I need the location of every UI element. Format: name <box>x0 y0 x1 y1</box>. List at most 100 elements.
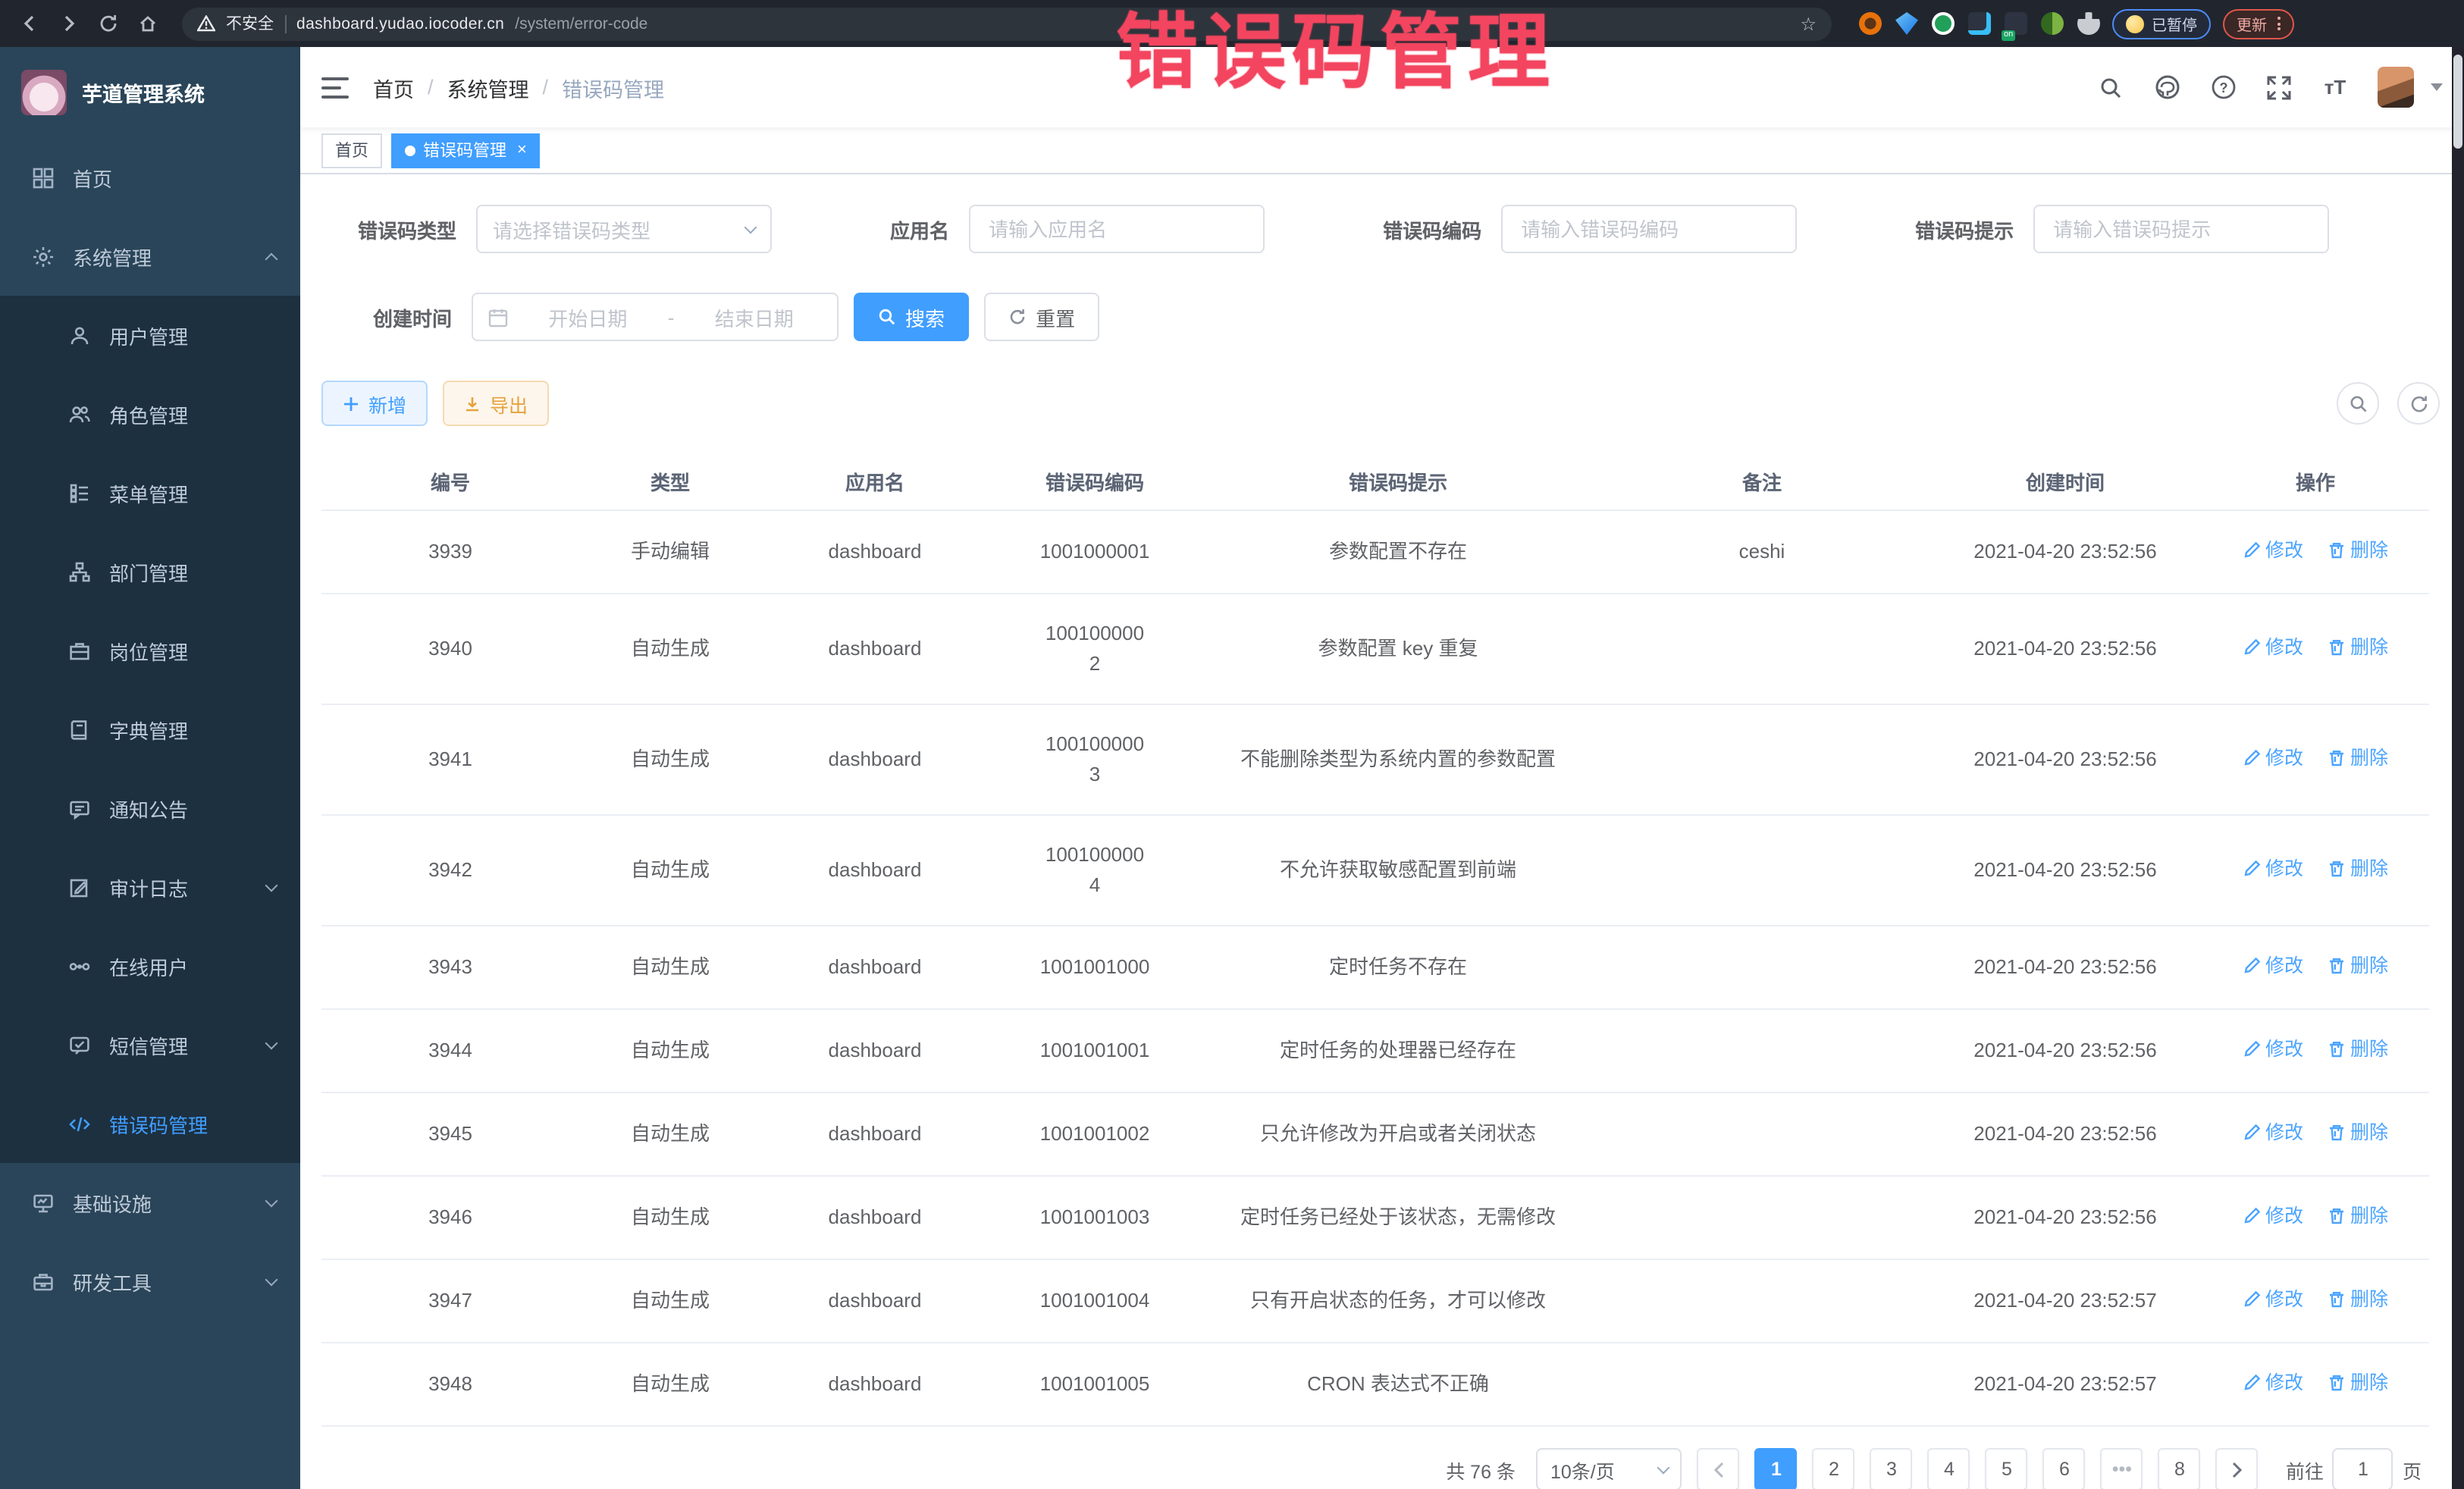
edit-row-button[interactable]: 修改 <box>2243 1368 2303 1398</box>
user-menu-caret-icon[interactable] <box>2431 83 2443 91</box>
sidebar-item-菜单管理[interactable]: 菜单管理 <box>0 453 300 532</box>
edit-row-button[interactable]: 修改 <box>2243 632 2303 663</box>
cell-time: 2021-04-20 23:52:56 <box>1929 594 2202 704</box>
search-button[interactable]: 搜索 <box>854 293 969 341</box>
delete-row-button[interactable]: 删除 <box>2328 1284 2388 1315</box>
sidebar-item-错误码管理[interactable]: 错误码管理 <box>0 1084 300 1163</box>
next-page-button[interactable] <box>2216 1448 2259 1489</box>
edit-row-button[interactable]: 修改 <box>2243 743 2303 773</box>
more-pages-button[interactable]: ••• <box>2101 1448 2143 1489</box>
app-logo-row[interactable]: 芋道管理系统 <box>0 47 300 138</box>
sms-icon <box>67 1033 91 1056</box>
header-search-icon[interactable] <box>2097 74 2124 101</box>
sidebar-item-系统管理[interactable]: 系统管理 <box>0 217 300 296</box>
delete-row-button[interactable]: 删除 <box>2328 1034 2388 1064</box>
sidebar-item-字典管理[interactable]: 字典管理 <box>0 690 300 769</box>
chevron-down-icon <box>265 1194 278 1207</box>
cell-app: dashboard <box>761 1092 989 1176</box>
column-header: 备注 <box>1595 453 1929 510</box>
delete-row-button[interactable]: 删除 <box>2328 632 2388 663</box>
edit-row-button[interactable]: 修改 <box>2243 854 2303 884</box>
fullscreen-icon[interactable] <box>2265 74 2293 101</box>
page-button-6[interactable]: 6 <box>2043 1448 2086 1489</box>
tag-close-icon[interactable]: × <box>517 141 527 159</box>
scrollbar-thumb[interactable] <box>2453 55 2462 149</box>
sidebar-item-岗位管理[interactable]: 岗位管理 <box>0 611 300 690</box>
edit-row-button[interactable]: 修改 <box>2243 1118 2303 1148</box>
edit-row-button[interactable]: 修改 <box>2243 1201 2303 1231</box>
delete-row-button[interactable]: 删除 <box>2328 743 2388 773</box>
sidebar-item-研发工具[interactable]: 研发工具 <box>0 1242 300 1321</box>
page-button-2[interactable]: 2 <box>1813 1448 1855 1489</box>
sidebar-item-角色管理[interactable]: 角色管理 <box>0 375 300 453</box>
sidebar-item-在线用户[interactable]: 在线用户 <box>0 926 300 1005</box>
sidebar-item-审计日志[interactable]: 审计日志 <box>0 848 300 926</box>
browser-menu-icon[interactable] <box>2277 17 2281 30</box>
edit-row-button[interactable]: 修改 <box>2243 1284 2303 1315</box>
browser-reload-icon[interactable] <box>94 10 121 37</box>
delete-row-button[interactable]: 删除 <box>2328 854 2388 884</box>
page-button-8[interactable]: 8 <box>2158 1448 2201 1489</box>
tag-error-code[interactable]: 错误码管理 × <box>391 133 541 168</box>
delete-row-button[interactable]: 删除 <box>2328 951 2388 981</box>
column-header: 创建时间 <box>1929 453 2202 510</box>
extension-icon-orange[interactable] <box>1859 12 1882 35</box>
page-button-3[interactable]: 3 <box>1870 1448 1913 1489</box>
page-size-select[interactable]: 10条/页 <box>1537 1448 1682 1489</box>
refresh-table-icon[interactable] <box>2397 382 2440 425</box>
sidebar-item-用户管理[interactable]: 用户管理 <box>0 296 300 375</box>
browser-update-button[interactable]: 更新 <box>2223 8 2294 39</box>
toggle-search-icon[interactable] <box>2337 382 2379 425</box>
prev-page-button[interactable] <box>1698 1448 1740 1489</box>
bookmark-star-icon[interactable]: ☆ <box>1800 13 1817 34</box>
app-name-input[interactable] <box>986 216 1248 242</box>
goto-page-input[interactable] <box>2333 1448 2393 1489</box>
cell-code: 1001001005 <box>989 1343 1201 1426</box>
sidebar-item-短信管理[interactable]: 短信管理 <box>0 1005 300 1084</box>
profile-paused-badge[interactable]: 已暂停 <box>2112 8 2211 39</box>
page-button-4[interactable]: 4 <box>1928 1448 1970 1489</box>
page-scrollbar[interactable] <box>2452 47 2464 1489</box>
sidebar-item-基础设施[interactable]: 基础设施 <box>0 1163 300 1242</box>
page-button-5[interactable]: 5 <box>1986 1448 2028 1489</box>
address-bar[interactable]: 不安全 dashboard.yudao.iocoder.cn/system/er… <box>182 7 1832 40</box>
error-msg-input[interactable] <box>2050 216 2312 242</box>
delete-row-button[interactable]: 删除 <box>2328 1201 2388 1231</box>
delete-icon <box>2328 1124 2346 1142</box>
create-time-range-picker[interactable]: 开始日期 - 结束日期 <box>472 293 839 341</box>
browser-forward-icon[interactable] <box>55 10 82 37</box>
sidebar-item-通知公告[interactable]: 通知公告 <box>0 769 300 848</box>
edit-row-button[interactable]: 修改 <box>2243 535 2303 566</box>
user-avatar[interactable] <box>2378 67 2414 108</box>
extension-icon-key[interactable] <box>2041 12 2064 35</box>
tag-home[interactable]: 首页 <box>321 133 382 168</box>
security-label[interactable]: 不安全 <box>226 12 274 35</box>
browser-home-icon[interactable] <box>133 10 161 37</box>
page-button-1[interactable]: 1 <box>1755 1448 1798 1489</box>
error-code-input[interactable] <box>1518 216 1780 242</box>
edit-row-button[interactable]: 修改 <box>2243 951 2303 981</box>
delete-row-button[interactable]: 删除 <box>2328 535 2388 566</box>
breadcrumb-system[interactable]: 系统管理 <box>447 72 529 102</box>
delete-row-button[interactable]: 删除 <box>2328 1368 2388 1398</box>
add-button[interactable]: 新增 <box>321 381 428 426</box>
extension-icon-squares[interactable] <box>1968 12 1991 35</box>
github-icon[interactable] <box>2153 74 2180 101</box>
browser-back-icon[interactable] <box>15 10 42 37</box>
extension-icon-on[interactable]: on <box>2005 12 2027 35</box>
sidebar-toggle-icon[interactable] <box>321 77 349 98</box>
reset-button[interactable]: 重置 <box>984 293 1099 341</box>
text-size-icon[interactable]: ᴛT <box>2321 74 2349 101</box>
extension-icon-gem[interactable] <box>1895 12 1918 35</box>
sidebar-item-部门管理[interactable]: 部门管理 <box>0 532 300 611</box>
extension-icon-puzzle[interactable] <box>2077 12 2100 35</box>
sidebar-item-首页[interactable]: 首页 <box>0 138 300 217</box>
table-row: 3940自动生成dashboard100100000 2参数配置 key 重复2… <box>321 594 2429 704</box>
docs-help-icon[interactable]: ? <box>2209 74 2237 101</box>
export-button[interactable]: 导出 <box>443 381 549 426</box>
delete-row-button[interactable]: 删除 <box>2328 1118 2388 1148</box>
error-type-select[interactable]: 请选择错误码类型 <box>476 205 772 253</box>
edit-row-button[interactable]: 修改 <box>2243 1034 2303 1064</box>
extension-icon-green-v[interactable] <box>1932 12 1955 35</box>
breadcrumb-home[interactable]: 首页 <box>373 72 414 102</box>
